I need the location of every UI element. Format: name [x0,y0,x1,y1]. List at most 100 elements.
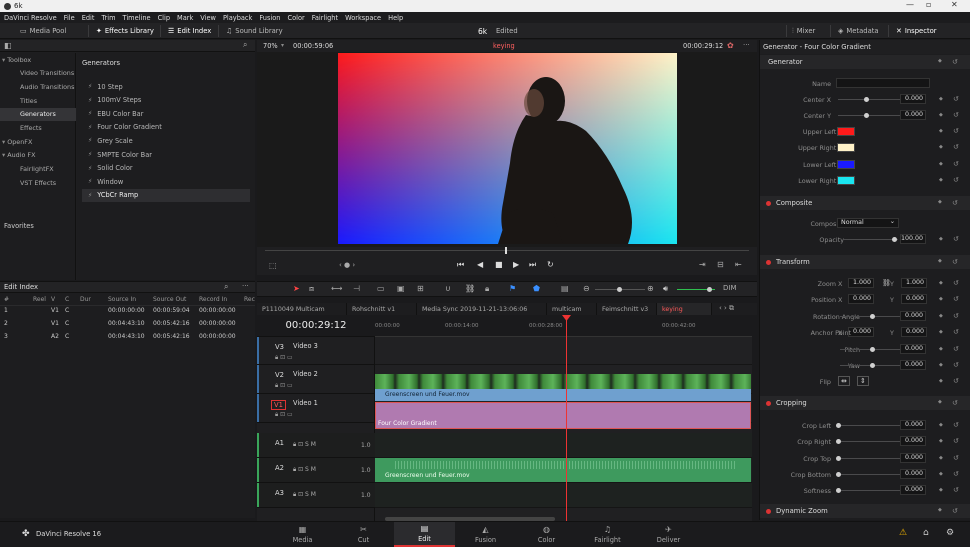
param-slider[interactable] [844,239,898,240]
play-reverse-icon[interactable]: ◀ [477,260,483,269]
reset-icon[interactable]: ↺ [953,176,959,184]
skip-start-icon[interactable]: ⏮ [457,260,464,270]
timeline-tab[interactable]: Rohschnitt v1 [347,303,417,315]
volume-knob[interactable] [707,287,712,292]
audio-controls-icon[interactable]: 🔒︎ ⊡ S M [293,466,316,474]
keyframe-icon[interactable]: ◆ [939,329,943,335]
match-frame-icon[interactable]: ⇥ [699,260,706,269]
tab-nav-icon[interactable]: ‹ › ⧉ [719,304,734,313]
warning-icon[interactable]: ⚠ [899,528,907,538]
keyframe-icon[interactable]: ◆ [938,58,942,64]
inspector-button[interactable]: ✕ Inspector [896,25,937,37]
param-value[interactable]: 0.000 [848,294,874,304]
keyframe-icon[interactable]: ◆ [939,177,943,183]
minimize-icon[interactable]: — [906,0,914,9]
viewer-clip-name[interactable]: keying [493,42,515,50]
menu-item[interactable]: Clip [158,14,170,22]
generator-item[interactable]: ⚡ Grey Scale [82,134,250,147]
column-header[interactable]: # [4,296,9,303]
menu-item[interactable]: Trim [101,14,115,22]
timeline-tab[interactable]: Feimschnitt v3 [597,303,657,315]
link-icon[interactable]: ⛓ [882,279,891,287]
flip-horizontal-icon[interactable]: ⇹ [838,376,850,386]
keyframe-icon[interactable]: ◆ [939,378,943,384]
param-value[interactable]: 1.000 [848,278,874,288]
play-icon[interactable]: ▶ [513,260,519,269]
reset-icon[interactable]: ↺ [953,454,959,462]
enable-dot-icon[interactable] [766,259,771,265]
edit-index-options-icon[interactable]: ··· [242,282,249,290]
param-value[interactable]: 0.000 [900,311,926,321]
reset-icon[interactable]: ↺ [953,312,959,320]
menu-item[interactable]: Fairlight [312,14,338,22]
edit-index-search-icon[interactable]: ⌕ [224,282,228,292]
timeline-ruler[interactable]: 00:00:00 00:00:14:00 00:00:28:00 00:00:42:0… [375,315,752,337]
menu-item[interactable]: Fusion [259,14,280,22]
column-header[interactable]: Source In [108,296,136,303]
keyframe-icon[interactable]: ◆ [938,258,942,264]
timeline-tab[interactable]: keying [657,303,712,315]
page-tab[interactable]: ✂ Cut [333,522,394,547]
category-item[interactable]: ▾ Toolbox [0,53,76,66]
reset-icon[interactable]: ↺ [953,160,959,168]
reset-icon[interactable]: ↺ [953,421,959,429]
flip-vertical-icon[interactable]: ⇕ [857,376,869,386]
timeline-tab[interactable]: P1110049 Multicam [257,303,347,315]
zoom-in-icon[interactable]: ⊕ [647,284,654,293]
close-icon[interactable]: ✕ [951,0,958,9]
viewer-scrubber[interactable] [505,247,507,254]
column-header[interactable]: Record In [199,296,227,303]
zoom-chevron-icon[interactable]: ▾ [281,42,284,49]
category-item[interactable]: Effects [0,122,76,135]
timeline-view-icon[interactable]: ▤ [561,284,569,293]
keyframe-icon[interactable]: ◆ [939,362,943,368]
track-header[interactable]: V1 Video 1 🔒︎ ⊡ ▭ [257,394,375,423]
param-value[interactable]: 1.000 [901,278,927,288]
flag-icon[interactable]: ⚑ [509,284,516,293]
track-header[interactable]: A2 🔒︎ ⊡ S M 1.0 [257,458,375,483]
name-field[interactable] [836,78,930,88]
panel-toggle-icon[interactable]: ◧ [4,41,12,50]
section-reset-icon[interactable]: ↺ [952,58,958,66]
track-header[interactable]: V2 Video 2 🔒︎ ⊡ ▭ [257,365,375,394]
viewer-options-icon[interactable]: ··· [743,41,750,49]
slider-knob[interactable] [836,423,841,428]
slider-knob[interactable] [836,488,841,494]
menu-item[interactable]: Color [287,14,304,22]
slider-knob[interactable] [870,314,875,319]
category-item[interactable]: ▾ OpenFX [0,135,76,148]
audio-controls-icon[interactable]: 🔒︎ ⊡ S M [293,491,316,499]
slider-knob[interactable] [870,347,875,352]
generator-item[interactable]: ⚡ 10 Step [82,80,250,93]
jog-icon[interactable]: ‹ ● › [339,261,355,269]
loop-icon[interactable]: ↻ [547,260,554,269]
keyframe-icon[interactable]: ◆ [939,455,943,461]
section-reset-icon[interactable]: ↺ [952,507,958,515]
menu-item[interactable]: Help [388,14,403,22]
track-controls-icon[interactable]: 🔒︎ ⊡ ▭ [275,354,293,362]
section-reset-icon[interactable]: ↺ [952,199,958,207]
param-slider[interactable] [836,473,900,475]
generator-item[interactable]: ⚡ Solid Color [82,162,250,175]
generator-item[interactable]: ⚡ EBU Color Bar [82,107,250,120]
keyframe-icon[interactable]: ◆ [939,438,943,444]
param-value[interactable]: 0.000 [900,468,926,479]
category-item[interactable]: Generators [0,107,76,121]
param-value[interactable]: 100.00 [900,234,926,244]
category-item[interactable]: Video Transitions [0,67,76,80]
dynamic-trim-icon[interactable]: ⟷ [331,284,342,293]
clip-v1[interactable]: Four Color Gradient [375,402,751,429]
reset-icon[interactable]: ↺ [953,295,959,303]
composite-mode-select[interactable]: Normal ⌄ [837,218,899,228]
track-header[interactable]: V3 Video 3 🔒︎ ⊡ ▭ [257,337,375,365]
slider-knob[interactable] [836,471,841,477]
zoom-level[interactable]: 70% [263,42,278,50]
frame-icon[interactable]: ⊟ [717,260,724,269]
replace-clip-icon[interactable]: ⊞ [417,284,424,293]
reset-icon[interactable]: ↺ [953,143,959,151]
reset-icon[interactable]: ↺ [953,279,959,287]
table-row[interactable]: 3 A2 C 00:04:43:10 00:05:42:16 00:00:00:00 [0,330,255,343]
page-tab[interactable]: ◭ Fusion [455,522,516,547]
marker-icon[interactable]: ⬟ [533,284,540,293]
enable-dot-icon[interactable] [766,400,771,406]
